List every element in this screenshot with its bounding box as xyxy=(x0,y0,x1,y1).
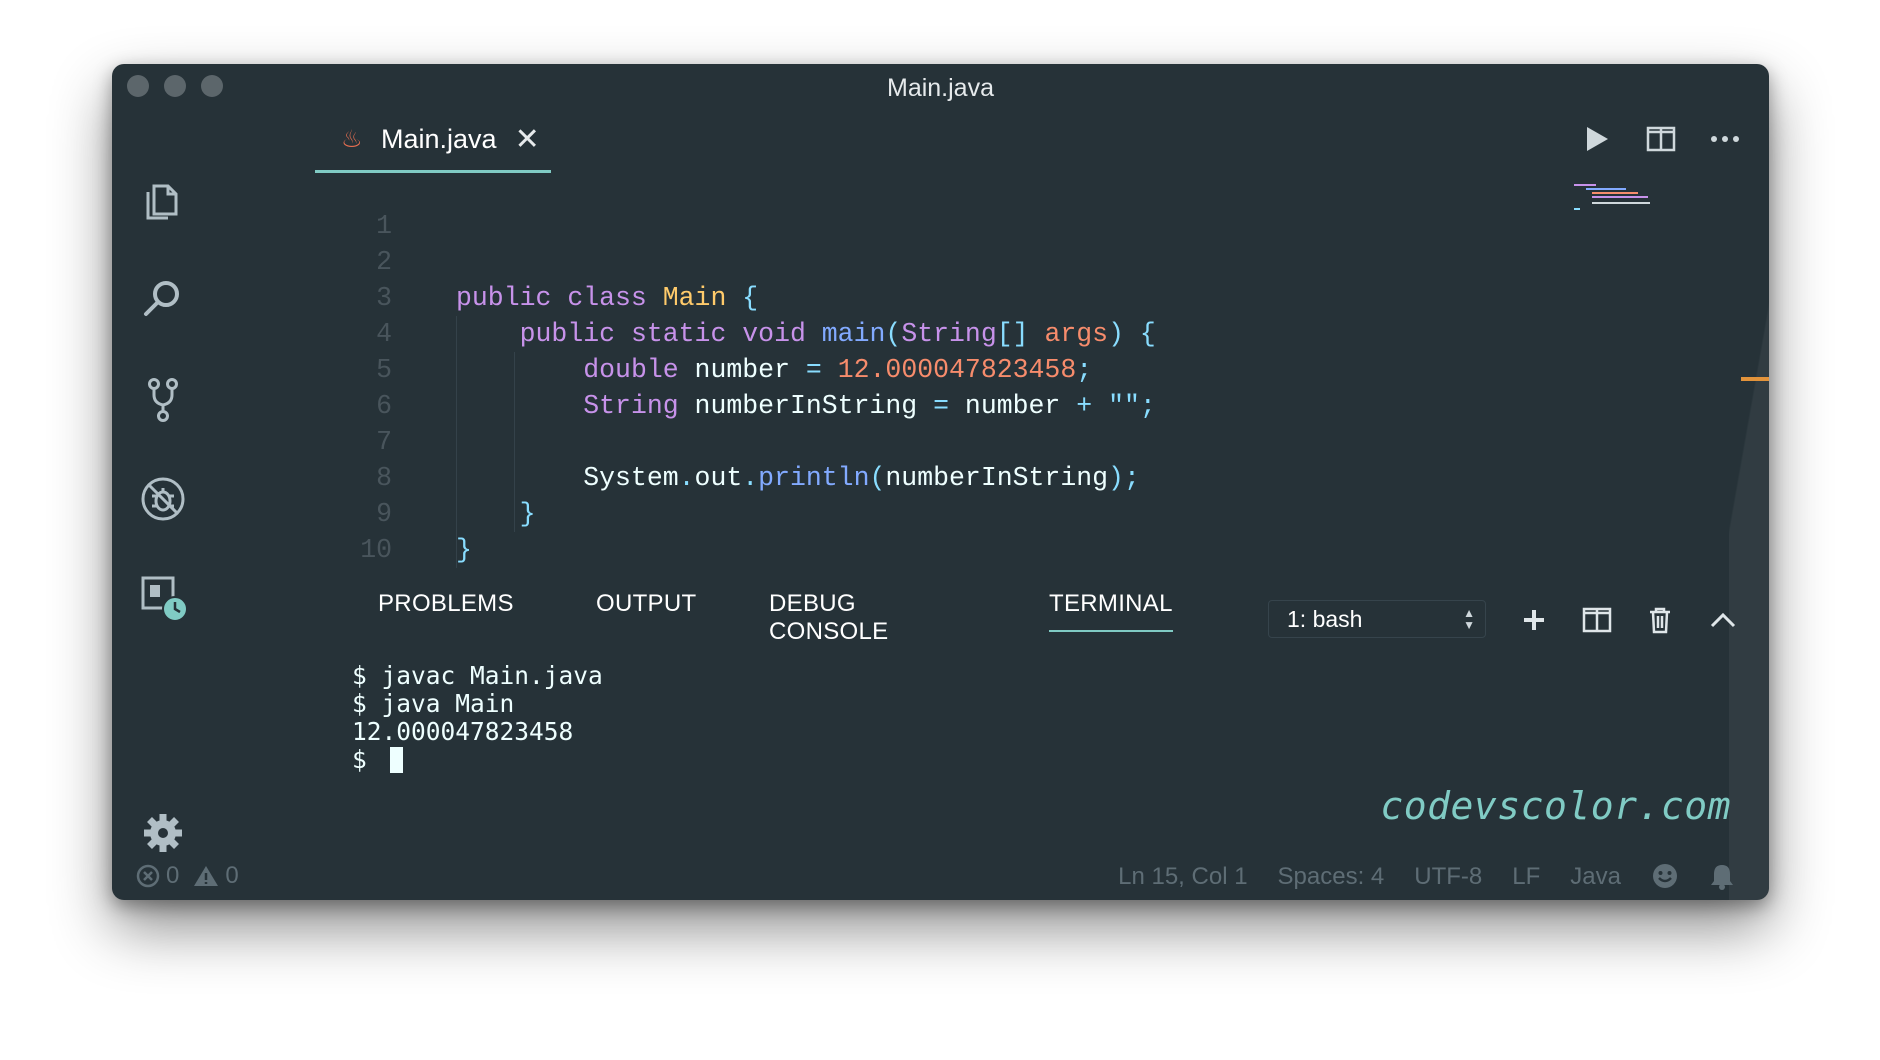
code-line: 7 System.out.println(numberInString); xyxy=(212,388,1140,493)
close-tab-icon[interactable]: ✕ xyxy=(515,122,540,157)
tab-debug-console[interactable]: DEBUG CONSOLE xyxy=(769,590,888,646)
line-number: 5 xyxy=(376,355,392,385)
java-file-icon: ♨ xyxy=(341,125,363,153)
terminal-line: $ javac Main.java xyxy=(352,661,603,690)
debug-icon[interactable] xyxy=(136,472,190,526)
line-ending[interactable]: LF xyxy=(1512,863,1540,891)
terminal-cursor xyxy=(389,747,403,773)
chevron-up-icon[interactable] xyxy=(1701,598,1745,642)
line-number: 10 xyxy=(360,535,392,565)
encoding[interactable]: UTF-8 xyxy=(1414,863,1482,891)
code-line: 1 xyxy=(212,172,392,241)
activity-bar xyxy=(112,108,212,900)
editor-tab-bar: ♨ Main.java ✕ xyxy=(212,108,1769,173)
notification-bell-icon[interactable] xyxy=(1709,862,1735,892)
line-code: public class Main { xyxy=(456,283,759,313)
line-code: System.out.println(numberInString); xyxy=(456,463,1140,493)
warning-count: 0 xyxy=(225,862,239,889)
terminal-prompt-line: $ xyxy=(352,746,603,774)
explorer-icon[interactable] xyxy=(136,174,190,228)
split-terminal-icon[interactable] xyxy=(1575,598,1619,642)
cursor-position[interactable]: Ln 15, Col 1 xyxy=(1118,863,1247,891)
tab-label: Main.java xyxy=(381,123,497,154)
toggle-panel-icon[interactable] xyxy=(1764,598,1769,642)
line-code: } xyxy=(519,499,536,529)
code-line: 6 xyxy=(212,352,392,421)
watermark: codevscolor.com xyxy=(1380,784,1731,828)
window-title: Main.java xyxy=(887,74,994,102)
problems-indicator[interactable]: 0 0 xyxy=(136,862,239,890)
split-editor-icon[interactable] xyxy=(1629,114,1693,164)
tab-output[interactable]: OUTPUT xyxy=(596,590,696,618)
run-icon[interactable] xyxy=(1565,114,1629,164)
terminal-select-value: 1: bash xyxy=(1287,605,1363,632)
code-editor[interactable]: 1 2 public class Main { 3 public static … xyxy=(212,172,1639,577)
terminal-output[interactable]: $ javac Main.java $ java Main 12.000047823… xyxy=(352,662,603,774)
tab-terminal[interactable]: TERMINAL xyxy=(1049,590,1173,632)
feedback-smiley-icon[interactable] xyxy=(1651,862,1679,892)
title-bar: Main.java xyxy=(112,64,1769,108)
code-line: 5 String numberInString = number + ""; xyxy=(212,316,1156,421)
code-line: 9 } xyxy=(212,460,472,565)
error-count: 0 xyxy=(166,862,180,889)
gear-icon[interactable] xyxy=(136,806,190,860)
select-arrows-icon: ▲ ▼ xyxy=(1463,606,1475,632)
search-icon[interactable] xyxy=(136,272,190,326)
language-mode[interactable]: Java xyxy=(1570,863,1621,891)
scrollbar-marker xyxy=(1741,377,1769,381)
editor-window: Main.java ♨ Main.java ✕ 1 2 public class… xyxy=(112,64,1769,900)
line-number: 2 xyxy=(376,247,392,277)
status-right: Ln 15, Col 1 Spaces: 4 UTF-8 LF Java xyxy=(1088,862,1735,892)
code-line: 3 public static void main(String[] args)… xyxy=(212,244,1156,349)
error-icon xyxy=(136,864,160,888)
terminal-prompt: $ xyxy=(352,745,382,774)
terminal-select[interactable]: 1: bash ▲ ▼ xyxy=(1268,600,1486,638)
line-number: 3 xyxy=(376,283,392,313)
terminal-line: 12.000047823458 xyxy=(352,717,574,746)
code-line: 2 public class Main { xyxy=(212,208,758,313)
minimap[interactable] xyxy=(1572,182,1667,214)
status-bar: 0 0 Ln 15, Col 1 Spaces: 4 UTF-8 LF Java xyxy=(112,854,1769,900)
line-number: 4 xyxy=(376,319,392,349)
line-number: 9 xyxy=(376,499,392,529)
tab-main-java[interactable]: ♨ Main.java ✕ xyxy=(315,108,551,173)
tab-problems[interactable]: PROBLEMS xyxy=(378,590,514,618)
line-code: } xyxy=(456,535,472,565)
code-line: 10 xyxy=(212,496,392,565)
extensions-icon[interactable] xyxy=(136,570,190,624)
new-terminal-icon[interactable] xyxy=(1512,598,1556,642)
terminal-line: $ java Main xyxy=(352,689,515,718)
line-number: 6 xyxy=(376,391,392,421)
warning-icon xyxy=(194,866,219,886)
indentation[interactable]: Spaces: 4 xyxy=(1278,863,1385,891)
line-code: double number = 12.000047823458; xyxy=(583,355,1093,385)
code-line: 8 } xyxy=(212,424,535,529)
line-number: 8 xyxy=(376,463,392,493)
line-code: String numberInString = number + ""; xyxy=(583,391,1156,421)
line-number: 1 xyxy=(376,211,392,241)
code-line: 4 double number = 12.000047823458; xyxy=(212,280,1092,385)
trash-icon[interactable] xyxy=(1638,598,1682,642)
source-control-icon[interactable] xyxy=(136,372,190,426)
line-code: public static void main(String[] args) { xyxy=(519,319,1156,349)
line-number: 7 xyxy=(376,427,392,457)
